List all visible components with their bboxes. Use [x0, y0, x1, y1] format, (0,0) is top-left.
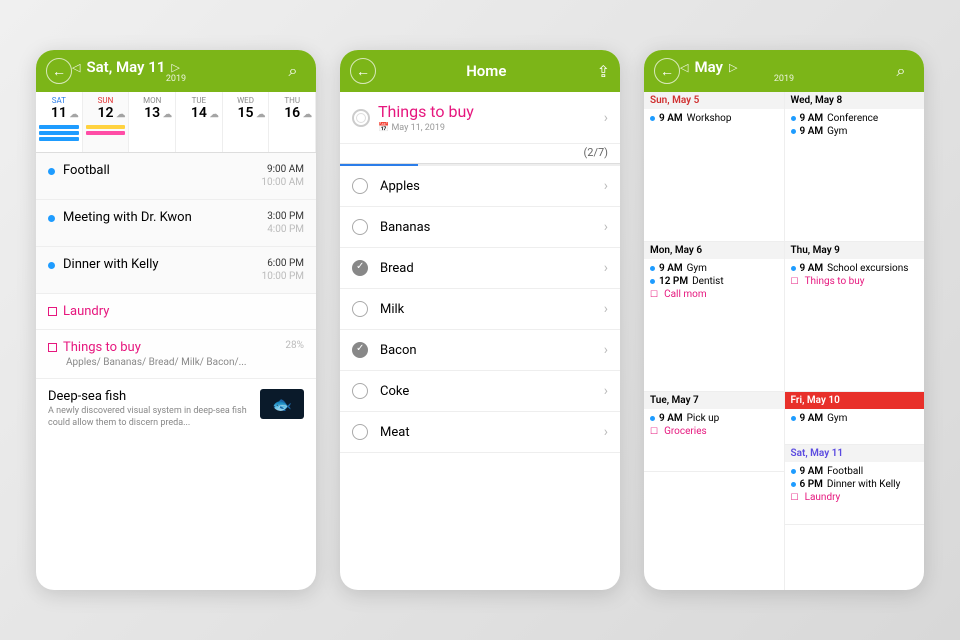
event-item[interactable]: 12 PM Dentist	[650, 275, 778, 288]
checkbox-icon[interactable]	[352, 342, 368, 358]
day-view-screen: ← ◁Sat, May 11▷ 2019 ⌕ SAT11☁SUN12☁MON13…	[36, 50, 316, 590]
task-item[interactable]: ☐Laundry	[791, 491, 919, 504]
fish-image: 🐟	[260, 389, 304, 419]
next-icon[interactable]: ▷	[729, 61, 737, 74]
day-cell[interactable]: WED15☁	[223, 92, 270, 152]
week-strip[interactable]: SAT11☁SUN12☁MON13☁TUE14☁WED15☁THU16☁	[36, 92, 316, 153]
event-row[interactable]: Meeting with Dr. Kwon3:00 PM4:00 PM	[36, 200, 316, 247]
task-row[interactable]: Laundry	[36, 294, 316, 330]
event-list: Football9:00 AM10:00 AMMeeting with Dr. …	[36, 153, 316, 294]
header-title[interactable]: ◁Sat, May 11▷ 2019	[72, 58, 280, 84]
list-item[interactable]: Milk›	[340, 289, 620, 330]
checkbox-icon[interactable]	[352, 424, 368, 440]
event-row[interactable]: Dinner with Kelly6:00 PM10:00 PM	[36, 247, 316, 294]
event-item[interactable]: 9 AM Gym	[791, 412, 919, 425]
day-section[interactable]: Sun, May 59 AM Workshop	[644, 92, 784, 242]
list-item[interactable]: Bananas›	[340, 207, 620, 248]
list-item[interactable]: Bread›	[340, 248, 620, 289]
list-item[interactable]: Apples›	[340, 166, 620, 207]
day-section[interactable]: Sat, May 119 AM Football6 PM Dinner with…	[785, 445, 925, 525]
checkbox-icon[interactable]	[352, 383, 368, 399]
event-item[interactable]: 9 AM Gym	[791, 125, 919, 138]
chevron-right-icon: ›	[604, 178, 608, 194]
back-icon[interactable]: ←	[350, 58, 376, 84]
search-icon[interactable]: ⌕	[888, 58, 914, 84]
day-cell[interactable]: TUE14☁	[176, 92, 223, 152]
day-cell[interactable]: SAT11☁	[36, 92, 83, 152]
task-item[interactable]: ☐Groceries	[650, 425, 778, 438]
event-item[interactable]: 9 AM Football	[791, 465, 919, 478]
calendar-icon: 📅	[378, 123, 389, 133]
ring-icon	[352, 109, 370, 127]
list-item[interactable]: Bacon›	[340, 330, 620, 371]
page-title: Home	[376, 62, 597, 80]
event-item[interactable]: 9 AM Gym	[650, 262, 778, 275]
list-item[interactable]: Meat›	[340, 412, 620, 453]
share-icon[interactable]: ⇪	[597, 62, 610, 81]
back-icon[interactable]: ←	[46, 58, 72, 84]
chevron-right-icon: ›	[604, 301, 608, 317]
day-cell[interactable]: SUN12☁	[83, 92, 130, 152]
event-item[interactable]: 6 PM Dinner with Kelly	[791, 478, 919, 491]
back-icon[interactable]: ←	[654, 58, 680, 84]
prev-icon[interactable]: ◁	[680, 61, 688, 74]
checkbox-icon[interactable]	[352, 260, 368, 276]
chevron-right-icon: ›	[604, 424, 608, 440]
month-view-screen: ← ◁May▷ 2019 ⌕ Sun, May 59 AM WorkshopMo…	[644, 50, 924, 590]
list-item[interactable]: Coke›	[340, 371, 620, 412]
day-cell[interactable]: THU16☁	[269, 92, 316, 152]
chevron-right-icon: ›	[604, 219, 608, 235]
chevron-right-icon: ›	[604, 110, 608, 126]
day-cell[interactable]: MON13☁	[129, 92, 176, 152]
day-section[interactable]: Tue, May 79 AM Pick up☐Groceries	[644, 392, 784, 472]
chevron-right-icon: ›	[604, 383, 608, 399]
day-section[interactable]: Thu, May 99 AM School excursions☐Things …	[785, 242, 925, 392]
header-title[interactable]: ◁May▷ 2019	[680, 58, 888, 84]
checkbox-icon[interactable]	[352, 219, 368, 235]
chevron-right-icon: ›	[604, 342, 608, 358]
checklist: Apples›Bananas›Bread›Milk›Bacon›Coke›Mea…	[340, 166, 620, 453]
checkbox-icon[interactable]	[352, 301, 368, 317]
checkbox-icon[interactable]	[352, 178, 368, 194]
list-view-screen: ← Home ⇪ Things to buy 📅 May 11, 2019 › …	[340, 50, 620, 590]
task-row[interactable]: Things to buy28%Apples/ Bananas/ Bread/ …	[36, 330, 316, 379]
header: ← ◁May▷ 2019 ⌕	[644, 50, 924, 92]
event-item[interactable]: 9 AM Pick up	[650, 412, 778, 425]
header: ← Home ⇪	[340, 50, 620, 92]
month-grid: Sun, May 59 AM WorkshopMon, May 69 AM Gy…	[644, 92, 924, 590]
progress-label: (2/7)	[340, 144, 620, 164]
event-row[interactable]: Football9:00 AM10:00 AM	[36, 153, 316, 200]
search-icon[interactable]: ⌕	[280, 58, 306, 84]
event-item[interactable]: 9 AM Conference	[791, 112, 919, 125]
task-list: LaundryThings to buy28%Apples/ Bananas/ …	[36, 294, 316, 379]
day-section[interactable]: Wed, May 89 AM Conference9 AM Gym	[785, 92, 925, 242]
chevron-right-icon: ›	[604, 260, 608, 276]
event-item[interactable]: 9 AM School excursions	[791, 262, 919, 275]
task-item[interactable]: ☐Things to buy	[791, 275, 919, 288]
news-card[interactable]: Deep-sea fishA newly discovered visual s…	[36, 379, 316, 439]
day-section[interactable]: Fri, May 109 AM Gym	[785, 392, 925, 445]
next-icon[interactable]: ▷	[171, 61, 179, 74]
list-header[interactable]: Things to buy 📅 May 11, 2019 ›	[340, 92, 620, 144]
event-item[interactable]: 9 AM Workshop	[650, 112, 778, 125]
prev-icon[interactable]: ◁	[72, 61, 80, 74]
task-item[interactable]: ☐Call mom	[650, 288, 778, 301]
day-section[interactable]: Mon, May 69 AM Gym12 PM Dentist☐Call mom	[644, 242, 784, 392]
header: ← ◁Sat, May 11▷ 2019 ⌕	[36, 50, 316, 92]
